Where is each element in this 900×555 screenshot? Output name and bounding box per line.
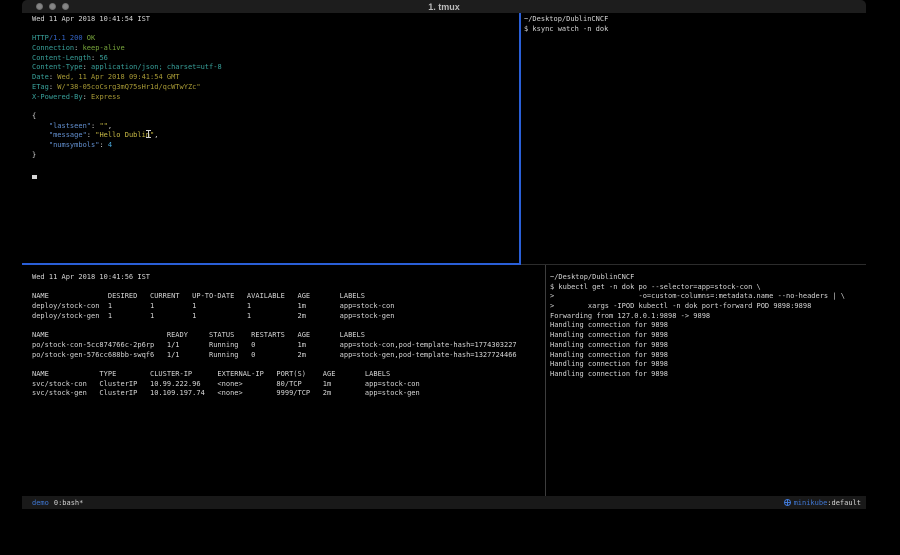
terminal-line: Wed 11 Apr 2018 10:41:56 IST [32, 273, 545, 283]
terminal-line: Wed 11 Apr 2018 10:41:54 IST [32, 15, 519, 25]
kube-context: minikube [794, 499, 828, 507]
terminal-line: X-Powered-By: Express [32, 93, 519, 103]
ksync-output: ~/Desktop/DublinCNCF$ ksync watch -n dok [524, 15, 866, 34]
window-title: 1. tmux [428, 2, 460, 12]
close-button[interactable] [36, 3, 43, 10]
terminal-line: Content-Length: 56 [32, 54, 519, 64]
terminal-line: ~/Desktop/DublinCNCF [524, 15, 866, 25]
terminal-line: "lastseen": "", [32, 122, 519, 132]
terminal-line: Connection: keep-alive [32, 44, 519, 54]
titlebar: 1. tmux [22, 0, 866, 13]
terminal-line: Handling connection for 9898 [550, 370, 866, 380]
terminal-line: ETag: W/"38-05coCsrg3mQ75sHr1d/qcWTwYZc" [32, 83, 519, 93]
terminal-line: } [32, 151, 519, 161]
terminal-line: Forwarding from 127.0.0.1:9898 -> 9898 [550, 312, 866, 322]
terminal-line: $ ksync watch -n dok [524, 25, 866, 35]
tmux-session: Wed 11 Apr 2018 10:41:54 IST HTTP/1.1 20… [22, 13, 866, 496]
text-cursor [32, 175, 37, 179]
terminal-line [32, 160, 519, 170]
terminal-line: "numsymbols": 4 [32, 141, 519, 151]
terminal-line: $ kubectl get -n dok po --selector=app=s… [550, 283, 866, 293]
session-name: demo [32, 499, 49, 507]
table-row: deploy/stock-gen 1 1 1 1 2m app=stock-ge… [32, 312, 545, 322]
pods-table: NAME READY STATUS RESTARTS AGE LABELS po… [32, 331, 545, 360]
kube-namespace: :default [827, 499, 861, 507]
pane-http-response[interactable]: Wed 11 Apr 2018 10:41:54 IST HTTP/1.1 20… [22, 13, 519, 263]
kubernetes-helm-icon [784, 499, 791, 506]
terminal-line: > -o=custom-columns=:metadata.name --no-… [550, 292, 866, 302]
terminal-line: ~/Desktop/DublinCNCF [550, 273, 866, 283]
pane-kubectl-get[interactable]: Wed 11 Apr 2018 10:41:56 IST NAME DESIRE… [22, 265, 545, 496]
terminal-line: "message": "Hello Dublin", [32, 131, 519, 141]
kubectl-timestamp: Wed 11 Apr 2018 10:41:56 IST [32, 273, 545, 283]
pane-port-forward[interactable]: ~/Desktop/DublinCNCF$ kubectl get -n dok… [546, 265, 866, 496]
terminal-line: Handling connection for 9898 [550, 351, 866, 361]
terminal-line: Handling connection for 9898 [550, 360, 866, 370]
pane-ksync[interactable]: ~/Desktop/DublinCNCF$ ksync watch -n dok [521, 13, 866, 263]
table-row: svc/stock-con ClusterIP 10.99.222.96 <no… [32, 380, 545, 390]
table-header-row: NAME READY STATUS RESTARTS AGE LABELS [32, 331, 545, 341]
terminal-line [32, 102, 519, 112]
window-list-item[interactable]: 0:bash* [54, 499, 84, 507]
minimize-button[interactable] [49, 3, 56, 10]
table-row: po/stock-con-5cc874766c-2p6rp 1/1 Runnin… [32, 341, 545, 351]
terminal-line: Handling connection for 9898 [550, 341, 866, 351]
table-header-row: NAME DESIRED CURRENT UP-TO-DATE AVAILABL… [32, 292, 545, 302]
services-table: NAME TYPE CLUSTER-IP EXTERNAL-IP PORT(S)… [32, 370, 545, 399]
table-row: po/stock-gen-576cc688bb-swqf6 1/1 Runnin… [32, 351, 545, 361]
terminal-line [32, 25, 519, 35]
terminal-line: Content-Type: application/json; charset=… [32, 63, 519, 73]
terminal-window: 1. tmux Wed 11 Apr 2018 10:41:54 IST HTT… [22, 0, 866, 509]
deployments-table: NAME DESIRED CURRENT UP-TO-DATE AVAILABL… [32, 292, 545, 321]
terminal-line: HTTP/1.1 200 OK [32, 34, 519, 44]
terminal-line: Handling connection for 9898 [550, 331, 866, 341]
zoom-button[interactable] [62, 3, 69, 10]
table-header-row: NAME TYPE CLUSTER-IP EXTERNAL-IP PORT(S)… [32, 370, 545, 380]
mouse-ibeam-cursor [148, 130, 149, 138]
tmux-status-bar: demo 0:bash* minikube :default [22, 496, 866, 509]
window-controls [36, 3, 69, 10]
terminal-line: Handling connection for 9898 [550, 321, 866, 331]
terminal-line: > xargs -IPOD kubectl -n dok port-forwar… [550, 302, 866, 312]
terminal-line: { [32, 112, 519, 122]
table-row: deploy/stock-con 1 1 1 1 1m app=stock-co… [32, 302, 545, 312]
port-forward-output: ~/Desktop/DublinCNCF$ kubectl get -n dok… [550, 273, 866, 380]
table-row: svc/stock-gen ClusterIP 10.109.197.74 <n… [32, 389, 545, 399]
terminal-line: Date: Wed, 11 Apr 2018 09:41:54 GMT [32, 73, 519, 83]
http-response-output: Wed 11 Apr 2018 10:41:54 IST HTTP/1.1 20… [32, 15, 519, 170]
